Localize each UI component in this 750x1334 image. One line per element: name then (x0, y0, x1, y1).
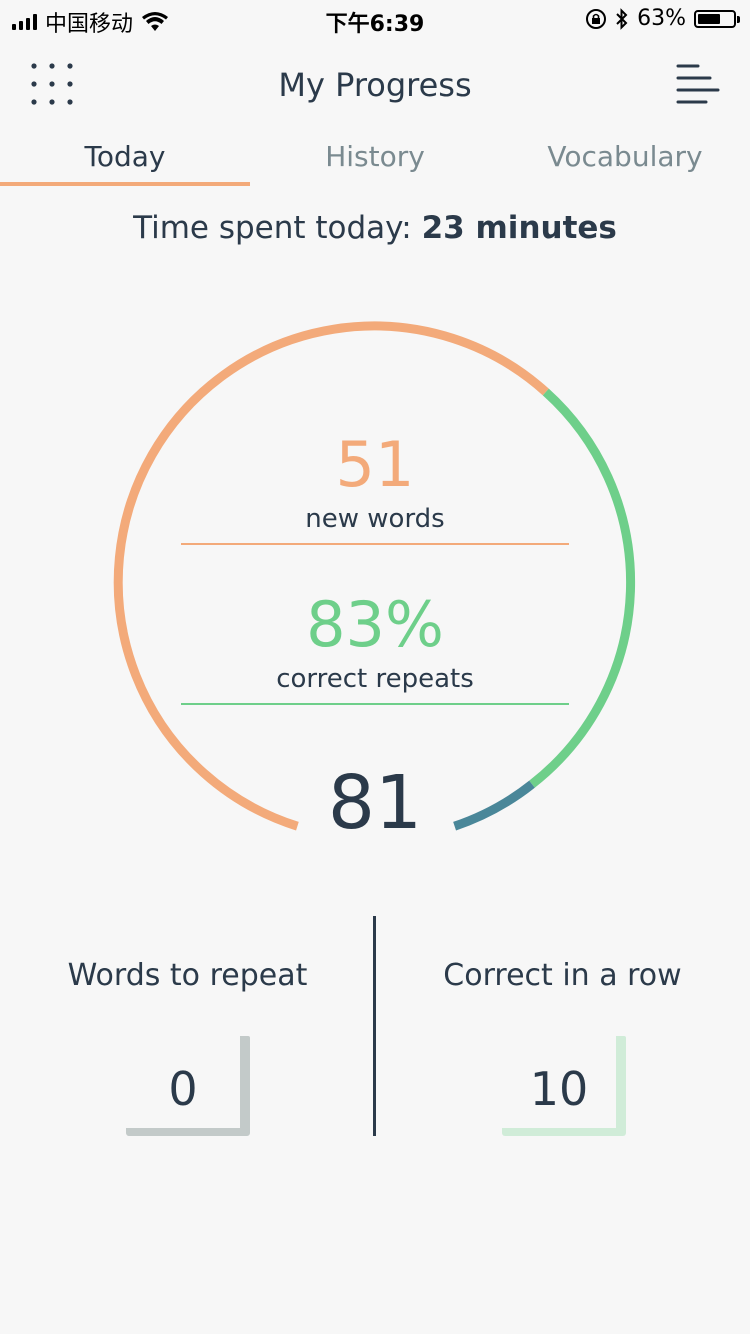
tab-vocabulary[interactable]: Vocabulary (500, 134, 750, 186)
nav-bar: My Progress (0, 44, 750, 134)
new-words-value: 51 (335, 428, 415, 501)
status-bar: 中国移动 下午6:39 63% (0, 0, 750, 40)
tab-today[interactable]: Today (0, 134, 250, 186)
ring-arc-new (113, 321, 549, 831)
battery-icon (694, 9, 740, 28)
rotation-lock-icon (586, 8, 607, 29)
time-spent-value: 23 minutes (421, 210, 617, 246)
words-to-repeat-label: Words to repeat (67, 958, 308, 993)
time-spent: Time spent today: 23 minutes (0, 210, 750, 246)
words-to-repeat-value: 0 (168, 1062, 198, 1116)
battery-percent: 63% (637, 6, 686, 31)
divider-orange (181, 543, 569, 545)
stats-section: Words to repeat Correct in a row 0 10 (0, 916, 750, 1138)
progress-ring: 51 new words 83% correct repeats 81 (0, 300, 750, 860)
new-words-label: new words (305, 504, 445, 534)
correct-repeats-value: 83% (306, 588, 444, 661)
tab-bar: Today History Vocabulary (0, 134, 750, 186)
time-spent-label: Time spent today: (133, 210, 422, 246)
divider-green (181, 703, 569, 705)
correct-repeats-label: correct repeats (276, 664, 474, 694)
stats-divider (373, 916, 376, 1136)
words-to-repeat-counter[interactable]: 0 (126, 1036, 250, 1136)
page-title: My Progress (278, 66, 472, 104)
correct-in-row-counter[interactable]: 10 (502, 1036, 626, 1136)
status-right: 63% (585, 6, 740, 31)
tab-history[interactable]: History (250, 134, 500, 186)
menu-icon[interactable] (676, 62, 720, 106)
total-count: 81 (327, 760, 423, 846)
correct-in-row-value: 10 (529, 1062, 589, 1116)
correct-in-row-label: Correct in a row (443, 958, 682, 993)
bluetooth-icon (616, 7, 628, 30)
